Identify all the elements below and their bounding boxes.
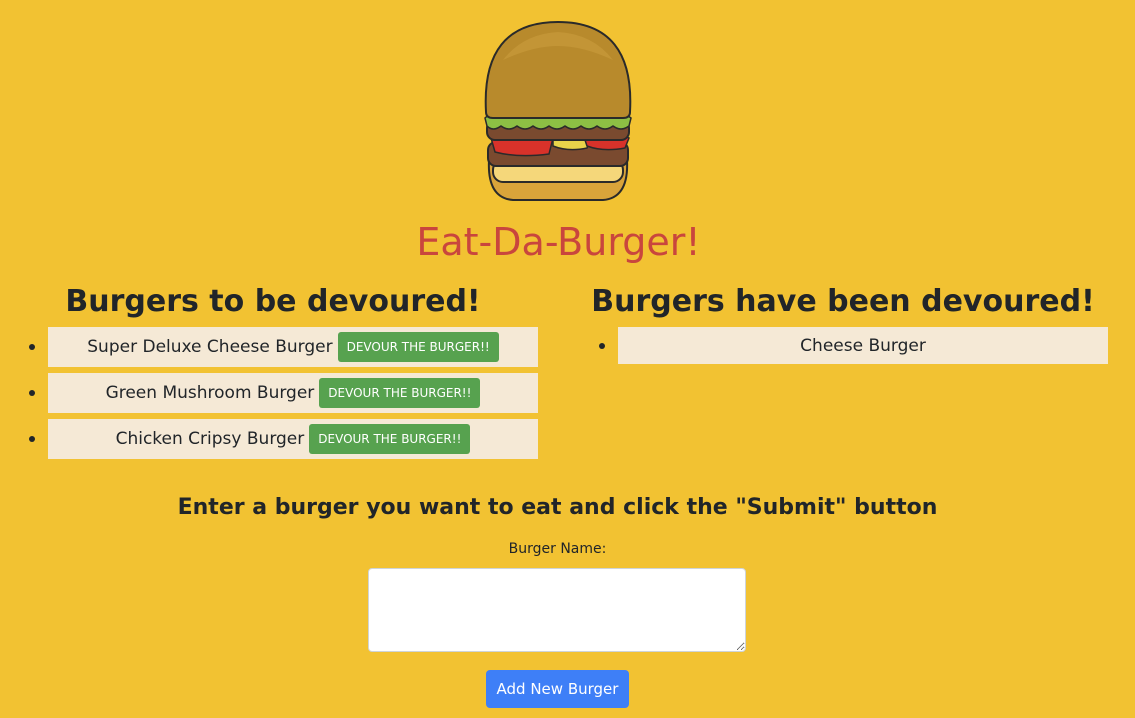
- form-prompt: Enter a burger you want to eat and click…: [177, 495, 938, 520]
- bullet-icon: [29, 390, 35, 396]
- to-devour-heading: Burgers to be devoured!: [65, 284, 481, 319]
- burger-name-input[interactable]: [368, 568, 746, 652]
- burger-name: Chicken Cripsy Burger: [115, 429, 305, 449]
- devour-button[interactable]: DEVOUR THE BURGER!!: [309, 424, 471, 454]
- devoured-list: Cheese Burger: [599, 327, 1108, 364]
- list-item: Green Mushroom Burger DEVOUR THE BURGER!…: [29, 373, 538, 413]
- to-devour-section: Burgers to be devoured! Super Deluxe Che…: [29, 280, 538, 465]
- devour-button[interactable]: DEVOUR THE BURGER!!: [337, 332, 499, 362]
- bullet-icon: [599, 342, 605, 349]
- page-title: Eat-Da-Burger!: [416, 220, 701, 264]
- list-item: Cheese Burger: [599, 327, 1108, 364]
- devoured-section: Burgers have been devoured! Cheese Burge…: [591, 280, 1108, 370]
- list-item: Super Deluxe Cheese Burger DEVOUR THE BU…: [29, 327, 538, 367]
- burger-name: Green Mushroom Burger: [105, 383, 315, 403]
- hamburger-icon: [484, 20, 632, 201]
- add-burger-button[interactable]: Add New Burger: [486, 670, 629, 708]
- list-item: Chicken Cripsy Burger DEVOUR THE BURGER!…: [29, 419, 538, 459]
- devoured-heading: Burgers have been devoured!: [591, 284, 1095, 319]
- burger-name: Super Deluxe Cheese Burger: [87, 337, 333, 357]
- devour-button[interactable]: DEVOUR THE BURGER!!: [319, 378, 481, 408]
- bullet-icon: [29, 344, 35, 350]
- burger-name: Cheese Burger: [800, 335, 926, 356]
- burger-name-label: Burger Name:: [508, 541, 607, 557]
- bullet-icon: [29, 436, 35, 442]
- page: Eat-Da-Burger! Burgers to be devoured! S…: [0, 0, 1135, 718]
- to-devour-list: Super Deluxe Cheese Burger DEVOUR THE BU…: [29, 327, 538, 459]
